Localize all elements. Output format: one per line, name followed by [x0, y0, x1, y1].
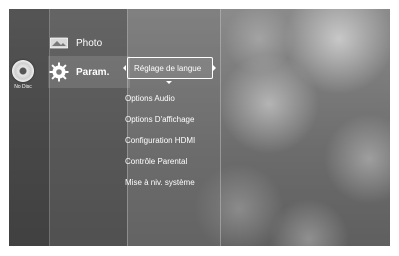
submenu-item-selected[interactable]: Réglage de langue — [127, 57, 213, 79]
submenu-item-hdmi[interactable]: Configuration HDMI — [125, 130, 215, 151]
arrow-down-icon — [166, 81, 172, 84]
disc-label: No Disc — [14, 84, 32, 90]
submenu-item-audio[interactable]: Options Audio — [125, 88, 215, 109]
main-menu-label-settings: Param. — [76, 66, 110, 78]
disc-icon — [12, 60, 34, 82]
submenu-item-display[interactable]: Options D'affichage — [125, 109, 215, 130]
arrow-left-icon — [123, 65, 126, 71]
submenu-item-parental[interactable]: Contrôle Parental — [125, 151, 215, 172]
submenu-item-update[interactable]: Mise à niv. système — [125, 172, 215, 193]
settings-gear-icon — [48, 62, 70, 82]
main-menu-item-photo[interactable]: Photo — [48, 30, 102, 56]
arrow-right-icon — [213, 65, 216, 71]
main-menu-item-settings[interactable]: Param. — [48, 56, 130, 88]
disc-column — [9, 9, 50, 246]
disc-status: No Disc — [10, 60, 36, 90]
photo-icon — [48, 34, 70, 52]
submenu-list: Options Audio Options D'affichage Config… — [125, 88, 215, 193]
main-menu-label-photo: Photo — [76, 37, 103, 49]
